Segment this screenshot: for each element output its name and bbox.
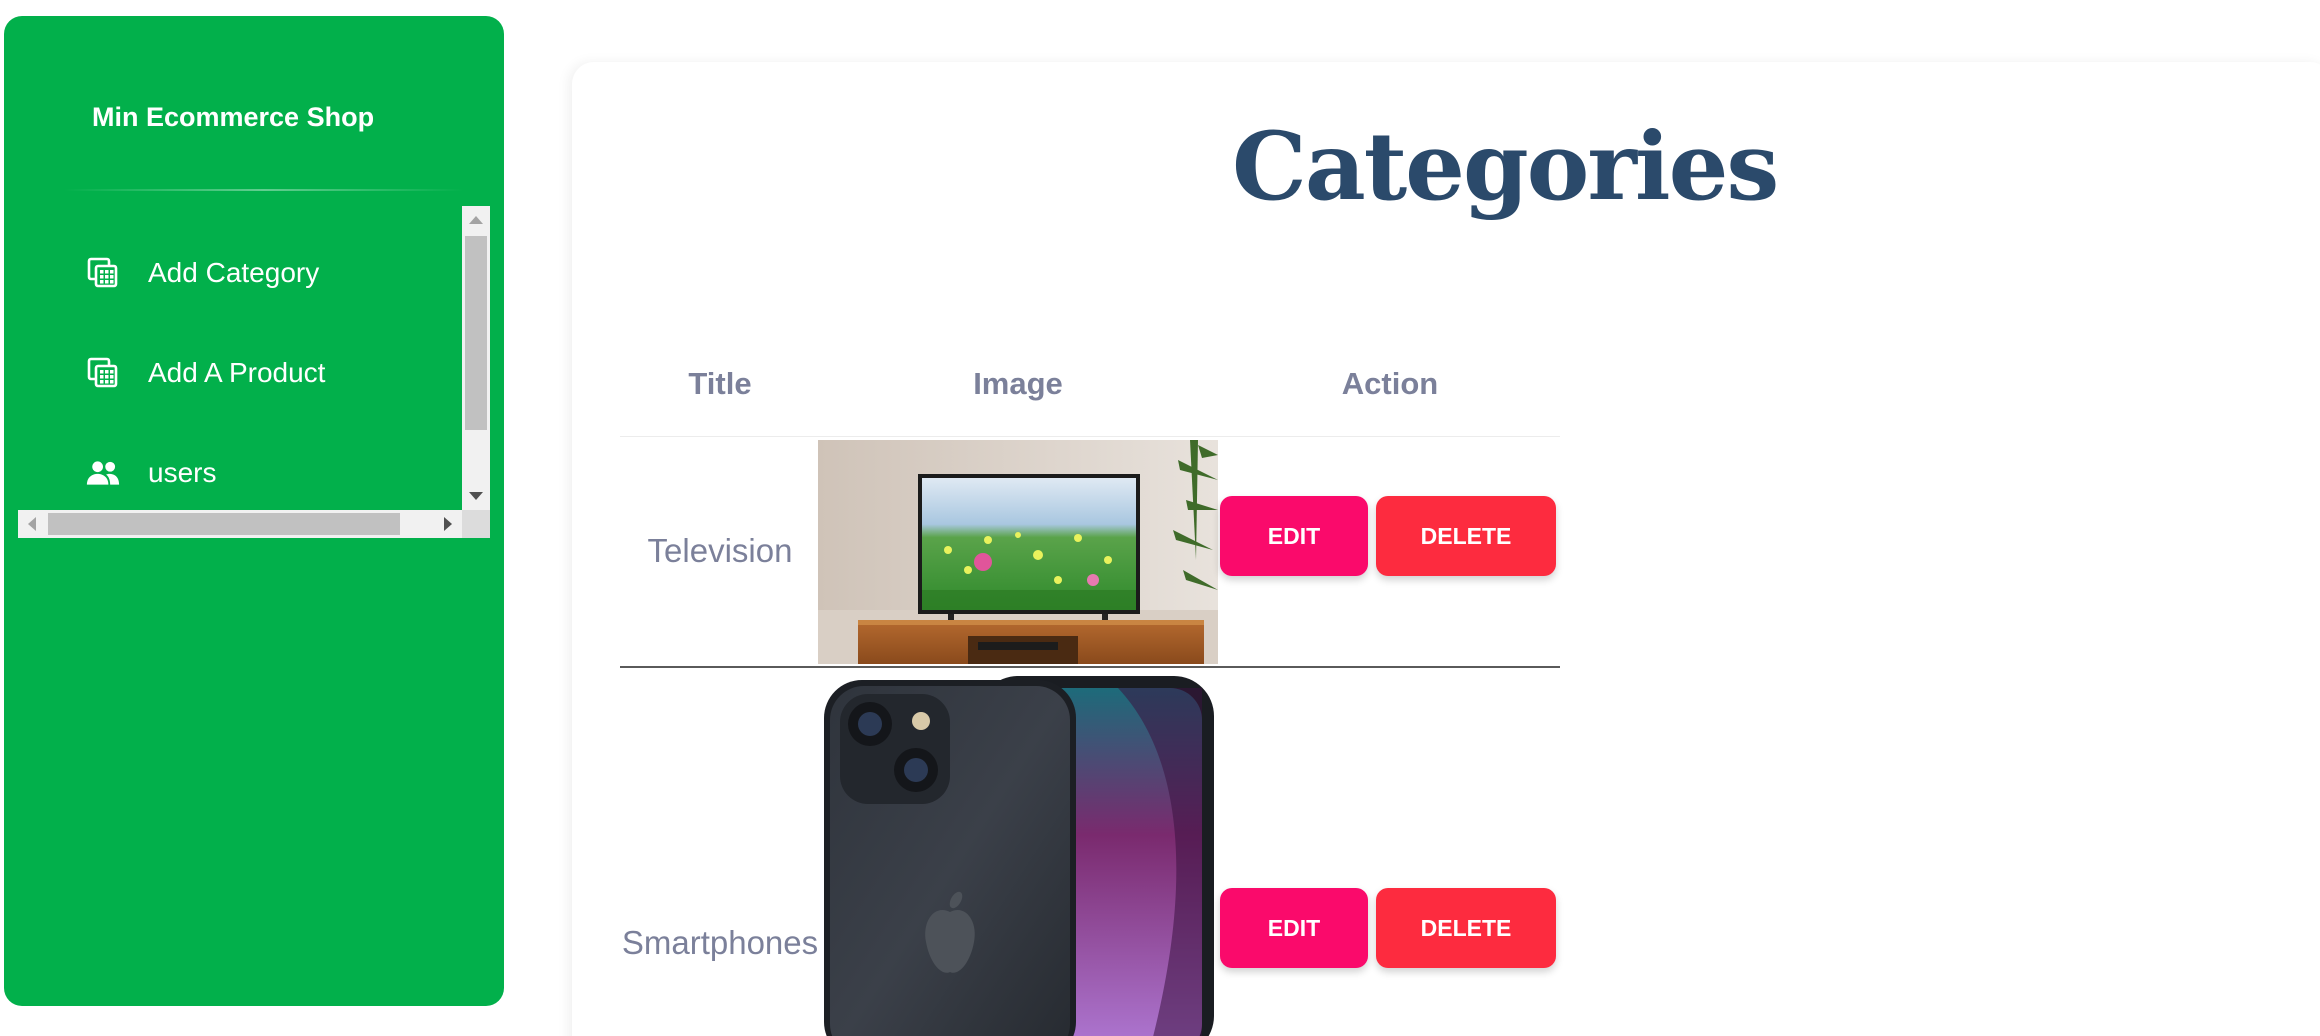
scroll-down-arrow[interactable]: [462, 482, 490, 510]
row-title-smartphones: Smartphones: [621, 924, 819, 961]
sidebar-item-add-product[interactable]: Add A Product: [18, 338, 460, 408]
sidebar-item-label: Add A Product: [148, 357, 326, 388]
scroll-right-arrow[interactable]: [434, 510, 462, 538]
smartphone-photo: [818, 672, 1218, 1036]
column-header-image: Image: [973, 366, 1063, 401]
page: Min Ecommerce Shop Add Category Add A Pr…: [0, 0, 2320, 1036]
scroll-up-arrow[interactable]: [462, 206, 490, 234]
vertical-scroll-thumb[interactable]: [465, 236, 487, 430]
delete-button[interactable]: DELETE: [1376, 888, 1556, 968]
sidebar-nav-scroll-area[interactable]: Add Category Add A Product users: [18, 206, 490, 538]
edit-button[interactable]: EDIT: [1220, 888, 1368, 968]
sidebar-divider: [64, 189, 464, 191]
row-divider: [620, 666, 1560, 668]
header-divider: [620, 436, 1560, 437]
column-header-title: Title: [688, 366, 752, 401]
horizontal-scroll-thumb[interactable]: [48, 513, 400, 535]
people-icon: [86, 456, 120, 490]
page-title: Categories: [1232, 112, 1779, 222]
delete-button[interactable]: DELETE: [1376, 496, 1556, 576]
sidebar: Min Ecommerce Shop Add Category Add A Pr…: [4, 16, 504, 1006]
television-photo: [818, 440, 1218, 664]
column-header-action: Action: [1341, 366, 1439, 401]
product-grid-icon: [86, 356, 120, 390]
horizontal-scrollbar[interactable]: [18, 510, 462, 538]
vertical-scrollbar[interactable]: [462, 206, 490, 510]
scrollbar-corner: [462, 510, 490, 538]
row-title-television: Television: [647, 532, 793, 569]
category-grid-icon: [86, 256, 120, 290]
sidebar-item-label: Add Category: [148, 257, 320, 288]
scroll-left-arrow[interactable]: [18, 510, 46, 538]
sidebar-item-add-category[interactable]: Add Category: [18, 238, 460, 308]
sidebar-item-users[interactable]: users: [18, 438, 460, 508]
brand-name[interactable]: Min Ecommerce Shop: [92, 102, 374, 133]
edit-button[interactable]: EDIT: [1220, 496, 1368, 576]
sidebar-item-label: users: [148, 457, 217, 488]
